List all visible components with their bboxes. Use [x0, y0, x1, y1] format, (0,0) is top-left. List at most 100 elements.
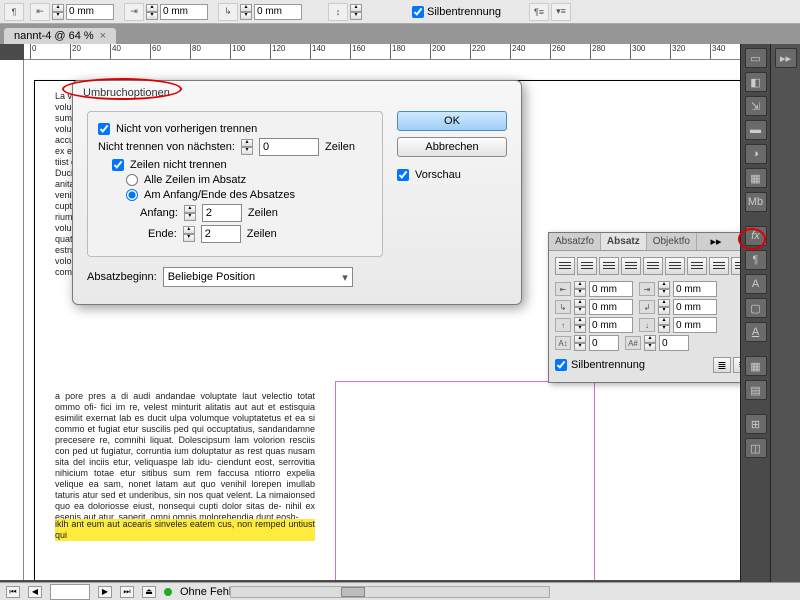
para-start-label: Absatzbeginn: — [87, 271, 157, 283]
hyphenation-checkbox[interactable] — [412, 6, 424, 18]
start-end-label: Am Anfang/Ende des Absatzes — [144, 189, 295, 201]
dock-minibridge-icon[interactable]: Mb — [745, 192, 767, 212]
p-last-line-input[interactable] — [673, 299, 717, 315]
first-line-spinner[interactable]: ▴▾ — [240, 4, 252, 20]
page-number-input[interactable] — [50, 584, 90, 600]
cancel-button[interactable]: Abbrechen — [397, 137, 507, 157]
dock-pages-icon[interactable]: ▭ — [745, 48, 767, 68]
keep-lines-checkbox[interactable] — [112, 159, 124, 171]
indent-left-input[interactable] — [66, 4, 114, 20]
hyphenation-label: Silbentrennung — [427, 6, 501, 18]
preview-checkbox[interactable] — [397, 169, 409, 181]
dialog-title: Umbruchoptionen — [73, 81, 521, 105]
indent-left-icon: ¶ — [4, 3, 24, 21]
p-hyphenation-label: Silbentrennung — [571, 359, 645, 371]
dock-align-icon[interactable]: ⊞ — [745, 414, 767, 434]
justify-right-button[interactable] — [665, 257, 685, 275]
p-first-line-input[interactable] — [589, 299, 633, 315]
justify-center-button[interactable] — [643, 257, 663, 275]
prev-page-button[interactable]: ◀ — [28, 586, 42, 598]
indent-left-spinner[interactable]: ▴▾ — [52, 4, 64, 20]
dock-fx-icon[interactable]: fx — [745, 226, 767, 246]
p-dropcap-chars-spinner[interactable]: ▴▾ — [644, 335, 656, 351]
p-dropcap-lines-spinner[interactable]: ▴▾ — [574, 335, 586, 351]
space-before-spinner[interactable]: ▴▾ — [350, 4, 362, 20]
body-text-col1-bottom: a pore pres a di audi andandae voluptate… — [55, 391, 315, 523]
p-dropcap-chars-input[interactable] — [659, 335, 689, 351]
tab-absatz[interactable]: Absatz — [601, 233, 647, 250]
all-lines-radio[interactable] — [126, 174, 138, 186]
dock-table-icon[interactable]: ▦ — [745, 356, 767, 376]
start-spinner[interactable]: ▴▾ — [184, 205, 196, 221]
dock-character-icon[interactable]: A — [745, 274, 767, 294]
p-first-line-spinner[interactable]: ▴▾ — [574, 299, 586, 315]
first-line-input[interactable] — [254, 4, 302, 20]
indent-right-input[interactable] — [160, 4, 208, 20]
para-start-combo[interactable]: Beliebige Position — [163, 267, 353, 287]
paragraph-panel-icon[interactable]: ¶≡ — [529, 3, 549, 21]
align-center-button[interactable] — [577, 257, 597, 275]
keep-next-unit: Zeilen — [325, 141, 355, 153]
panel-menu-icon[interactable]: ▾≡ — [551, 3, 571, 21]
start-label: Anfang: — [140, 207, 178, 219]
dock-pathfinder-icon[interactable]: ◫ — [745, 438, 767, 458]
open-nav-button[interactable]: ⏏ — [142, 586, 156, 598]
p-indent-right-input[interactable] — [673, 281, 717, 297]
keep-next-spinner[interactable]: ▴▾ — [241, 139, 253, 155]
keep-with-prev-checkbox[interactable] — [98, 123, 110, 135]
dock-color-icon[interactable]: ◑ — [745, 144, 767, 164]
start-end-radio[interactable] — [126, 189, 138, 201]
tab-absatzformate[interactable]: Absatzfo — [549, 233, 601, 250]
dock-swatches-icon[interactable]: ▦ — [745, 168, 767, 188]
tab-objektformate[interactable]: Objektfo — [647, 233, 697, 250]
p-space-before-spinner[interactable]: ▴▾ — [574, 317, 586, 333]
align-spine-button[interactable] — [709, 257, 729, 275]
p-space-before-input[interactable] — [589, 317, 633, 333]
dock-paragraph-icon[interactable]: ¶ — [745, 250, 767, 270]
p-dropcap-chars-icon: A# — [625, 336, 641, 350]
keep-next-input[interactable] — [259, 138, 319, 156]
p-last-line-spinner[interactable]: ▴▾ — [658, 299, 670, 315]
first-page-button[interactable]: ⏮ — [6, 586, 20, 598]
dock-objectstyles-icon[interactable]: ▢ — [745, 298, 767, 318]
vertical-ruler[interactable] — [0, 60, 24, 580]
p-hyphenation-checkbox[interactable] — [555, 359, 567, 371]
tab-close-icon[interactable]: × — [100, 30, 106, 42]
p-space-after-input[interactable] — [673, 317, 717, 333]
dock-layers-icon[interactable]: ◧ — [745, 72, 767, 92]
dock-character2-icon[interactable]: A — [745, 322, 767, 342]
p-indent-left-spinner[interactable]: ▴▾ — [574, 281, 586, 297]
last-page-button[interactable]: ⏭ — [120, 586, 134, 598]
p-dropcap-lines-icon: A↕ — [555, 336, 571, 350]
ok-button[interactable]: OK — [397, 111, 507, 131]
first-line-icon: ↳ — [218, 3, 238, 21]
justify-all-button[interactable] — [687, 257, 707, 275]
horizontal-scrollbar[interactable] — [230, 586, 550, 598]
end-input[interactable] — [201, 225, 241, 243]
keep-with-prev-label: Nicht von vorherigen trennen — [116, 123, 257, 135]
dock-tablestyles-icon[interactable]: ▤ — [745, 380, 767, 400]
dock-collapse-icon[interactable]: ▸▸ — [775, 48, 797, 68]
horizontal-ruler[interactable]: 0204060801001201401601802002202402602803… — [24, 44, 800, 60]
empty-text-frame[interactable] — [335, 381, 595, 580]
p-indent-right-spinner[interactable]: ▴▾ — [658, 281, 670, 297]
start-input[interactable] — [202, 204, 242, 222]
p-indent-left-input[interactable] — [589, 281, 633, 297]
document-tabbar: nannt-4 @ 64 % × — [0, 24, 800, 44]
baseline-grid-on-button[interactable]: ≣ — [713, 357, 731, 373]
p-first-line-icon: ↳ — [555, 300, 571, 314]
scrollbar-thumb[interactable] — [341, 587, 365, 597]
p-dropcap-lines-input[interactable] — [589, 335, 619, 351]
align-left-button[interactable] — [555, 257, 575, 275]
align-right-button[interactable] — [599, 257, 619, 275]
dock-links-icon[interactable]: ⇲ — [745, 96, 767, 116]
p-space-after-spinner[interactable]: ▴▾ — [658, 317, 670, 333]
panel-collapse-icon[interactable]: ▸▸ — [705, 233, 726, 250]
justify-left-button[interactable] — [621, 257, 641, 275]
indent-right-spinner[interactable]: ▴▾ — [146, 4, 158, 20]
next-page-button[interactable]: ▶ — [98, 586, 112, 598]
document-tab[interactable]: nannt-4 @ 64 % × — [4, 28, 116, 44]
dock-stroke-icon[interactable]: ▬ — [745, 120, 767, 140]
keep-options-dialog: Umbruchoptionen Nicht von vorherigen tre… — [72, 80, 522, 305]
end-spinner[interactable]: ▴▾ — [183, 226, 195, 242]
